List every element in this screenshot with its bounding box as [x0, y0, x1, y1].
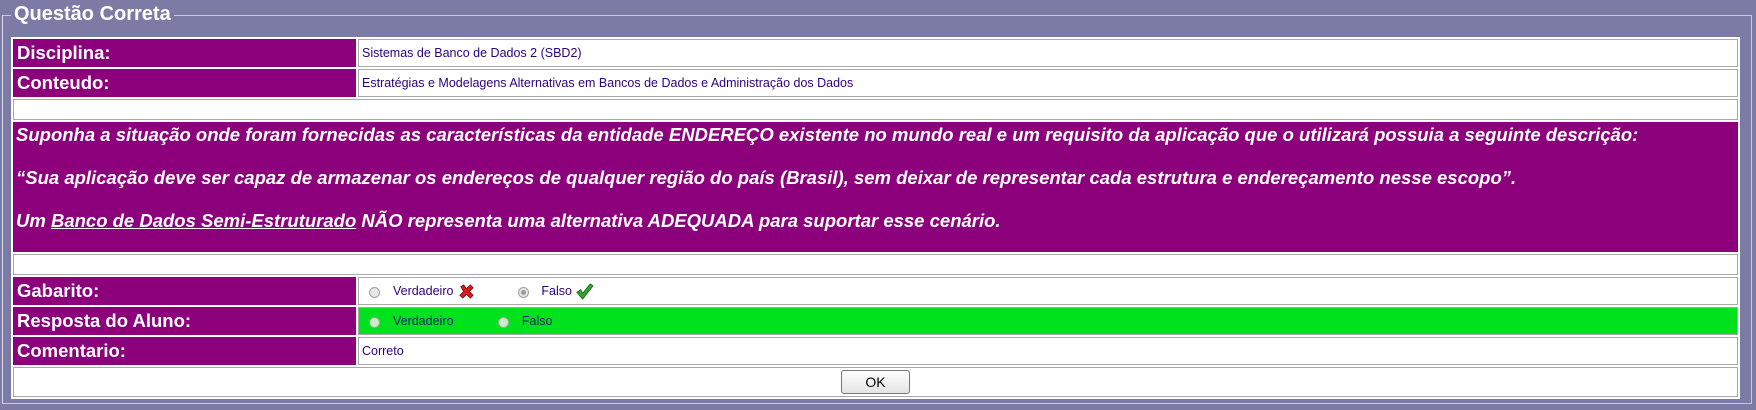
conteudo-label: Conteudo:	[13, 69, 356, 97]
gabarito-falso-radio[interactable]	[517, 286, 529, 298]
ok-row: OK	[13, 367, 1738, 397]
comentario-row: Comentario: Correto	[13, 337, 1738, 365]
question-table: Disciplina: Sistemas de Banco de Dados 2…	[11, 37, 1740, 399]
gabarito-row: Gabarito: Verdadeiro Falso	[13, 277, 1738, 305]
disciplina-row: Disciplina: Sistemas de Banco de Dados 2…	[13, 39, 1738, 67]
spacer-cell	[13, 254, 1738, 275]
gabarito-options: Verdadeiro Falso	[358, 277, 1738, 305]
green-check-icon	[576, 282, 595, 300]
gabarito-label: Gabarito:	[13, 277, 356, 305]
resposta-falso-label: Falso	[521, 314, 553, 329]
resposta-verdadeiro-label: Verdadeiro	[392, 314, 454, 329]
question-p3-suffix: NÃO representa uma alternativa ADEQUADA …	[356, 210, 1001, 231]
resposta-options: Verdadeiro Falso	[358, 307, 1738, 335]
question-p3-prefix: Um	[16, 210, 51, 231]
spacer-cell	[13, 99, 1738, 120]
question-paragraph-3: Um Banco de Dados Semi-Estruturado NÃO r…	[16, 210, 1735, 232]
gabarito-verdadeiro-label: Verdadeiro	[392, 284, 454, 298]
comentario-label: Comentario:	[13, 337, 356, 365]
gabarito-verdadeiro-radio[interactable]	[369, 286, 381, 298]
spacer-row	[13, 99, 1738, 120]
question-paragraph-2: “Sua aplicação deve ser capaz de armazen…	[16, 167, 1517, 188]
conteudo-value: Estratégias e Modelagens Alternativas em…	[358, 69, 1738, 97]
question-p3-underlined: Banco de Dados Semi-Estruturado	[50, 210, 357, 231]
window-title: Questão Correta	[11, 2, 174, 26]
conteudo-row: Conteudo: Estratégias e Modelagens Alter…	[13, 69, 1738, 97]
disciplina-label: Disciplina:	[13, 39, 356, 67]
ok-button[interactable]: OK	[841, 370, 910, 394]
resposta-falso-radio[interactable]	[498, 316, 510, 328]
resposta-row: Resposta do Aluno: Verdadeiro Falso	[13, 307, 1738, 335]
gabarito-falso-label: Falso	[541, 284, 572, 298]
resposta-verdadeiro-radio[interactable]	[369, 316, 381, 328]
resposta-label: Resposta do Aluno:	[13, 307, 356, 335]
ok-cell: OK	[13, 367, 1738, 397]
question-paragraph-1: Suponha a situação onde foram fornecidas…	[16, 124, 1639, 145]
question-text: Suponha a situação onde foram fornecidas…	[13, 122, 1738, 252]
question-row: Suponha a situação onde foram fornecidas…	[13, 122, 1738, 252]
comentario-value: Correto	[358, 337, 1738, 365]
disciplina-value: Sistemas de Banco de Dados 2 (SBD2)	[358, 39, 1738, 67]
spacer-row	[13, 254, 1738, 275]
red-x-icon	[459, 283, 474, 299]
